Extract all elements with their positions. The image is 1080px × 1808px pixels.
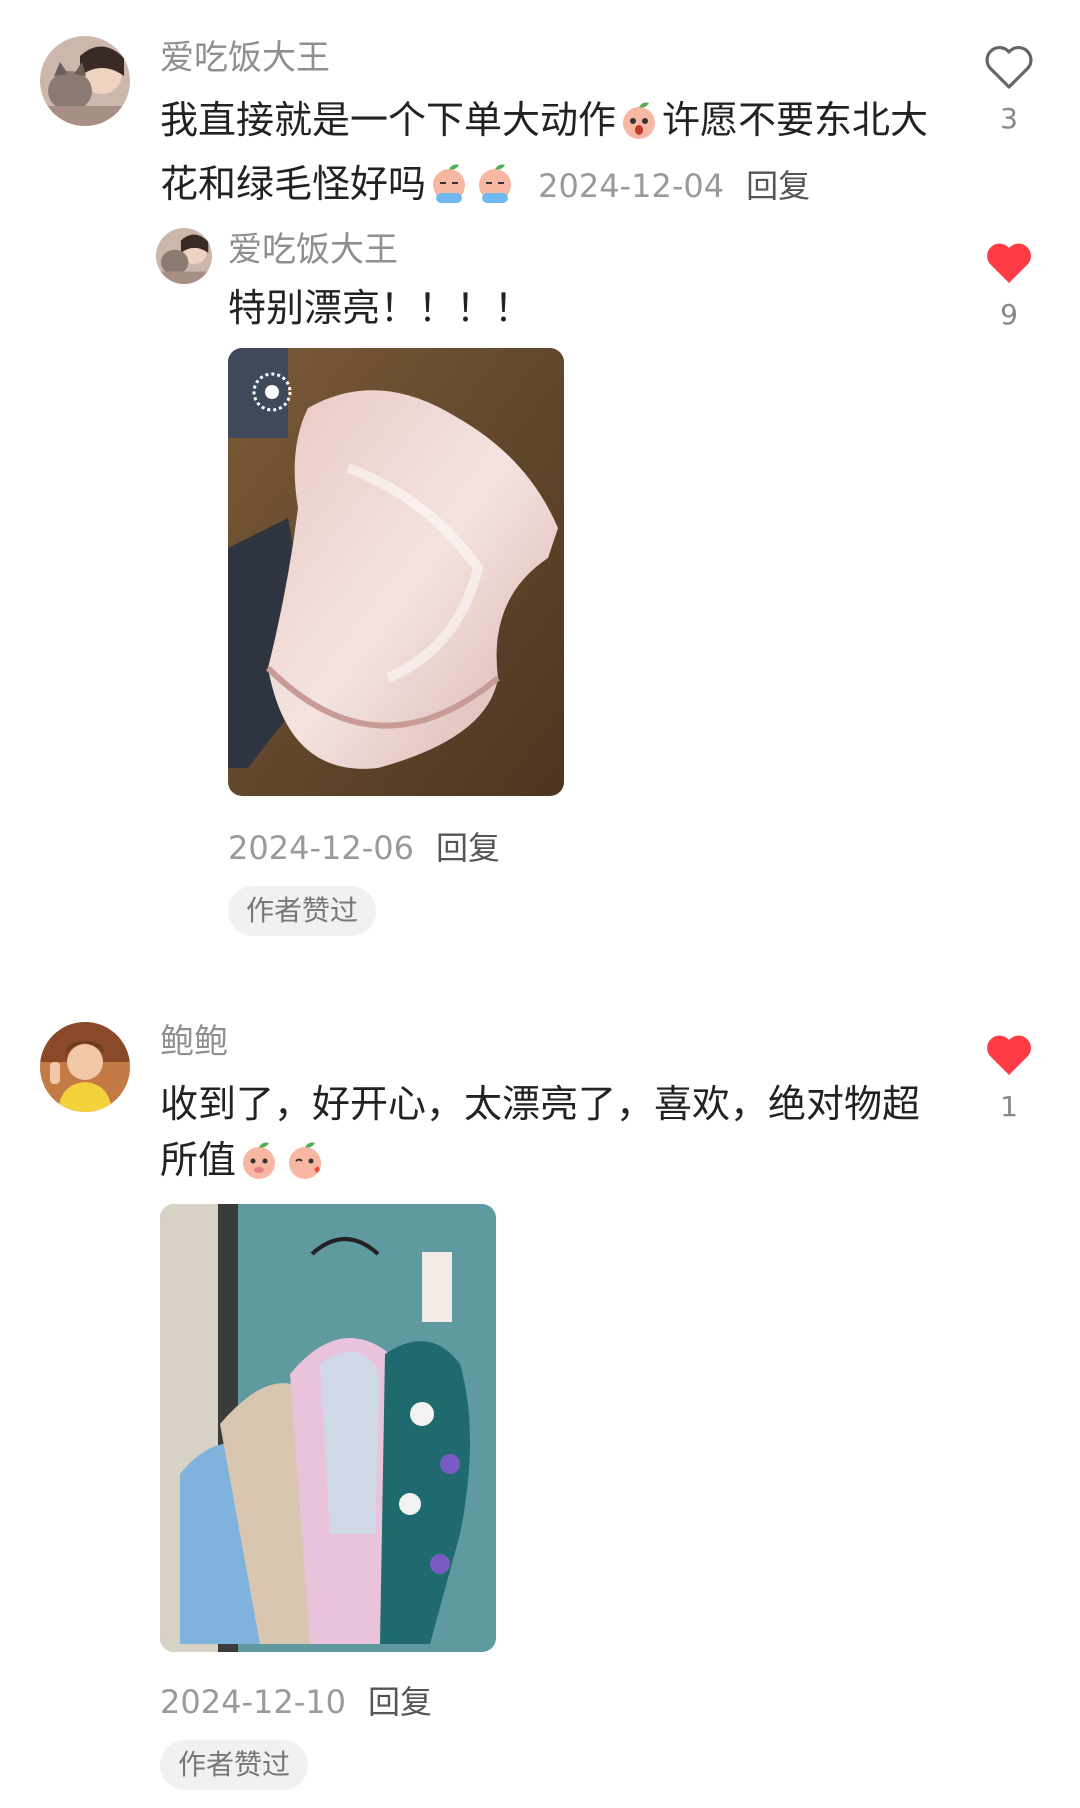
heart-filled-icon [987, 1035, 1031, 1075]
heart-filled-icon [987, 243, 1031, 283]
heart-outline-icon [985, 45, 1033, 89]
comment-date: 2024-12-10 [160, 1683, 346, 1721]
like-count: 1 [1000, 1090, 1018, 1123]
reply-username[interactable]: 爱吃饭大王 [228, 230, 398, 270]
comment-date: 2024-12-04 [538, 167, 725, 205]
like-button[interactable]: 9 [964, 240, 1054, 332]
comment-photo[interactable] [160, 1204, 496, 1652]
comment-text: 我直接就是一个下单大动作 许愿不要东北大花和绿毛怪好吗 2024-12-04 回复 [160, 92, 930, 220]
reply-button[interactable]: 回复 [436, 829, 500, 867]
author-liked-badge: 作者赞过 [228, 886, 377, 936]
avatar[interactable] [40, 1022, 130, 1112]
comment-text-part: 我直接就是一个下单大动作 [160, 98, 617, 142]
peach-crying-emoji [474, 163, 516, 220]
reply-date: 2024-12-06 [228, 829, 414, 867]
reply-button[interactable]: 回复 [746, 167, 810, 205]
like-count: 9 [1000, 298, 1018, 331]
reply-text: 特别漂亮！！！！ [228, 286, 533, 330]
live-photo-icon [248, 368, 298, 418]
peach-crying-emoji [428, 163, 470, 220]
comment-text: 收到了，好开心，太漂亮了，喜欢，绝对物超所值 [160, 1076, 920, 1196]
avatar[interactable] [40, 36, 130, 126]
peach-surprised-emoji [618, 99, 660, 156]
reply-button[interactable]: 回复 [368, 1683, 432, 1721]
comment-username[interactable]: 爱吃饭大王 [160, 38, 330, 78]
like-button[interactable]: 1 [964, 1032, 1054, 1124]
like-button[interactable]: 3 [964, 44, 1054, 136]
author-liked-badge: 作者赞过 [160, 1740, 309, 1790]
peach-shy-emoji [238, 1139, 280, 1196]
like-count: 3 [1000, 102, 1018, 135]
peach-kiss-emoji [284, 1139, 326, 1196]
comment-username[interactable]: 鲍鲍 [160, 1022, 228, 1062]
avatar[interactable] [156, 228, 212, 284]
